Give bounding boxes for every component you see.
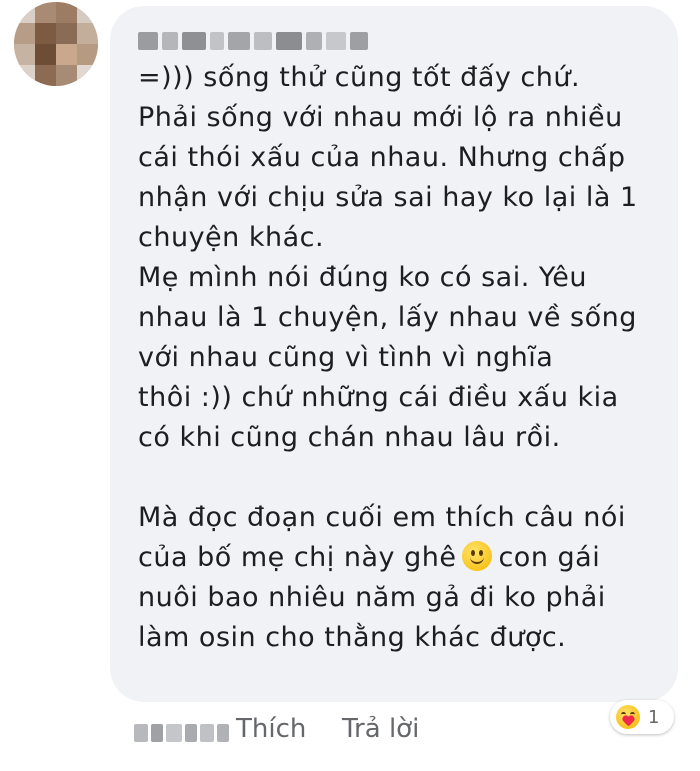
comment-line: của bố mẹ chị này ghê con gái bbox=[138, 538, 658, 578]
like-button[interactable]: Thích bbox=[236, 714, 306, 744]
comment-actions: Thích Trả lời 1 bbox=[0, 700, 700, 766]
comment-line: làm osin cho thằng khác được. bbox=[138, 622, 567, 653]
comment-text: =))) sống thử cũng tốt đấy chứ. Phải sốn… bbox=[138, 58, 658, 658]
avatar[interactable] bbox=[14, 2, 98, 86]
reply-button[interactable]: Trả lời bbox=[342, 714, 419, 744]
comment-line: =))) sống thử cũng tốt đấy chứ. bbox=[138, 62, 581, 93]
comment-line: thôi :)) chứ những cái điều xấu kia bbox=[138, 382, 619, 413]
reaction-count: 1 bbox=[648, 706, 660, 728]
comment-page: =))) sống thử cũng tốt đấy chứ. Phải sốn… bbox=[0, 0, 700, 771]
comment-line: Mẹ mình nói đúng ko có sai. Yêu bbox=[138, 262, 588, 293]
slightly-smiling-face-icon bbox=[462, 541, 493, 571]
comment-timestamp[interactable] bbox=[134, 724, 229, 742]
comment-line: nhau là 1 chuyện, lấy nhau về sống bbox=[138, 302, 637, 333]
care-reaction-icon bbox=[616, 705, 640, 729]
commenter-name[interactable] bbox=[138, 28, 368, 54]
comment-line: Mà đọc đoạn cuối em thích câu nói bbox=[138, 502, 626, 533]
comment-line: chuyện khác. bbox=[138, 222, 325, 253]
comment-line: Phải sống với nhau mới lộ ra nhiều bbox=[138, 102, 623, 133]
comment-line: nhận với chịu sửa sai hay ko lại là 1 bbox=[138, 182, 638, 213]
comment-line: có khi cũng chán nhau lâu rồi. bbox=[138, 422, 561, 453]
comment-line-segment: của bố mẹ chị này ghê bbox=[138, 542, 457, 573]
comment-line: cái thói xấu của nhau. Nhưng chấp bbox=[138, 142, 626, 173]
comment-line-segment: con gái bbox=[498, 542, 601, 573]
comment-line: với nhau cũng vì tình vì nghĩa bbox=[138, 342, 554, 373]
comment-line: nuôi bao nhiêu năm gả đi ko phải bbox=[138, 582, 606, 613]
reaction-summary[interactable]: 1 bbox=[610, 700, 674, 734]
